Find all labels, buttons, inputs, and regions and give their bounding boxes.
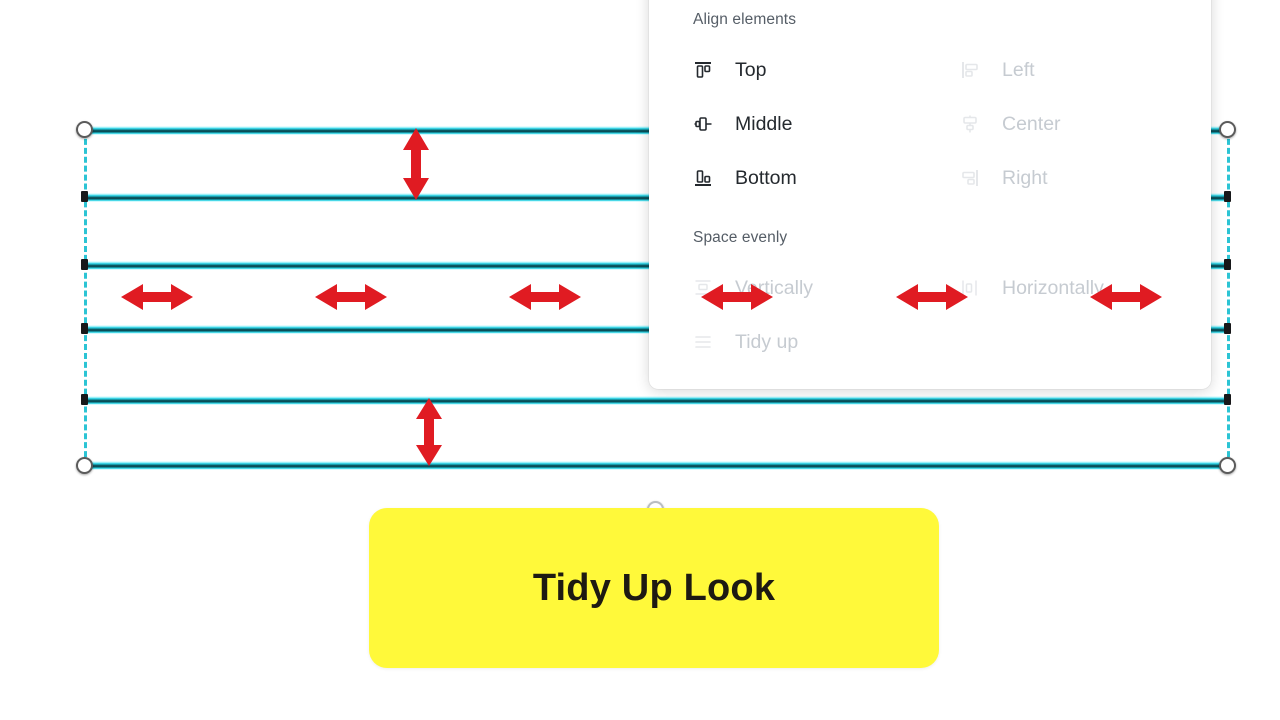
horizontal-gap-arrow-4 — [699, 282, 775, 312]
horizontal-gap-arrow-6 — [1088, 282, 1164, 312]
horizontal-gap-arrow-5 — [894, 282, 970, 312]
menu-item-label: Left — [1002, 58, 1035, 81]
tidy-up-icon — [693, 332, 719, 352]
menu-item-align-bottom[interactable]: Bottom — [693, 161, 943, 195]
canvas-line-6[interactable] — [85, 461, 1228, 470]
menu-item-label: Top — [735, 58, 767, 81]
menu-item-align-top[interactable]: Top — [693, 53, 943, 87]
menu-item-label: Tidy up — [735, 330, 799, 353]
horizontal-gap-arrow-2 — [313, 282, 389, 312]
canvas-line-5[interactable] — [85, 396, 1228, 405]
align-right-icon — [960, 168, 986, 188]
menu-item-align-center[interactable]: Center — [960, 107, 1210, 141]
selection-handle-left-5[interactable] — [81, 394, 88, 405]
selection-handle-top-right[interactable] — [1219, 121, 1236, 138]
horizontal-gap-arrow-3 — [507, 282, 583, 312]
vertical-gap-arrow-bottom — [414, 396, 444, 468]
space-evenly-section-title: Space evenly — [693, 229, 788, 246]
align-bottom-icon — [693, 168, 719, 188]
vertical-gap-arrow-top — [401, 126, 431, 202]
align-top-icon — [693, 60, 719, 80]
align-middle-icon — [693, 114, 719, 134]
tidy-up-look-banner[interactable]: Tidy Up Look — [369, 508, 939, 668]
horizontal-gap-arrow-1 — [119, 282, 195, 312]
selection-handle-top-left[interactable] — [76, 121, 93, 138]
selection-handle-left-2[interactable] — [81, 191, 88, 202]
selection-edge-left — [84, 130, 87, 466]
menu-item-tidy-up[interactable]: Tidy up — [693, 325, 943, 359]
selection-handle-right-3[interactable] — [1224, 259, 1231, 270]
align-left-icon — [960, 60, 986, 80]
tidy-up-look-label: Tidy Up Look — [532, 566, 776, 609]
selection-handle-right-4[interactable] — [1224, 323, 1231, 334]
selection-handle-left-3[interactable] — [81, 259, 88, 270]
menu-item-align-middle[interactable]: Middle — [693, 107, 943, 141]
menu-item-label: Bottom — [735, 166, 797, 189]
selection-handle-right-2[interactable] — [1224, 191, 1231, 202]
align-center-icon — [960, 114, 986, 134]
selection-handle-left-4[interactable] — [81, 323, 88, 334]
selection-handle-bottom-right[interactable] — [1219, 457, 1236, 474]
menu-item-space-horizontally[interactable]: Horizontally — [960, 271, 1210, 305]
align-elements-panel[interactable]: Align elements Top Middle Bottom Left Ce… — [649, 0, 1211, 389]
menu-item-label: Right — [1002, 166, 1048, 189]
canvas-stage: Align elements Top Middle Bottom Left Ce… — [0, 0, 1280, 720]
align-section-title: Align elements — [693, 11, 797, 28]
menu-item-label: Middle — [735, 112, 793, 135]
selection-edge-right — [1227, 130, 1230, 466]
selection-handle-bottom-left[interactable] — [76, 457, 93, 474]
menu-item-label: Center — [1002, 112, 1061, 135]
menu-item-align-left[interactable]: Left — [960, 53, 1210, 87]
selection-handle-right-5[interactable] — [1224, 394, 1231, 405]
menu-item-align-right[interactable]: Right — [960, 161, 1210, 195]
